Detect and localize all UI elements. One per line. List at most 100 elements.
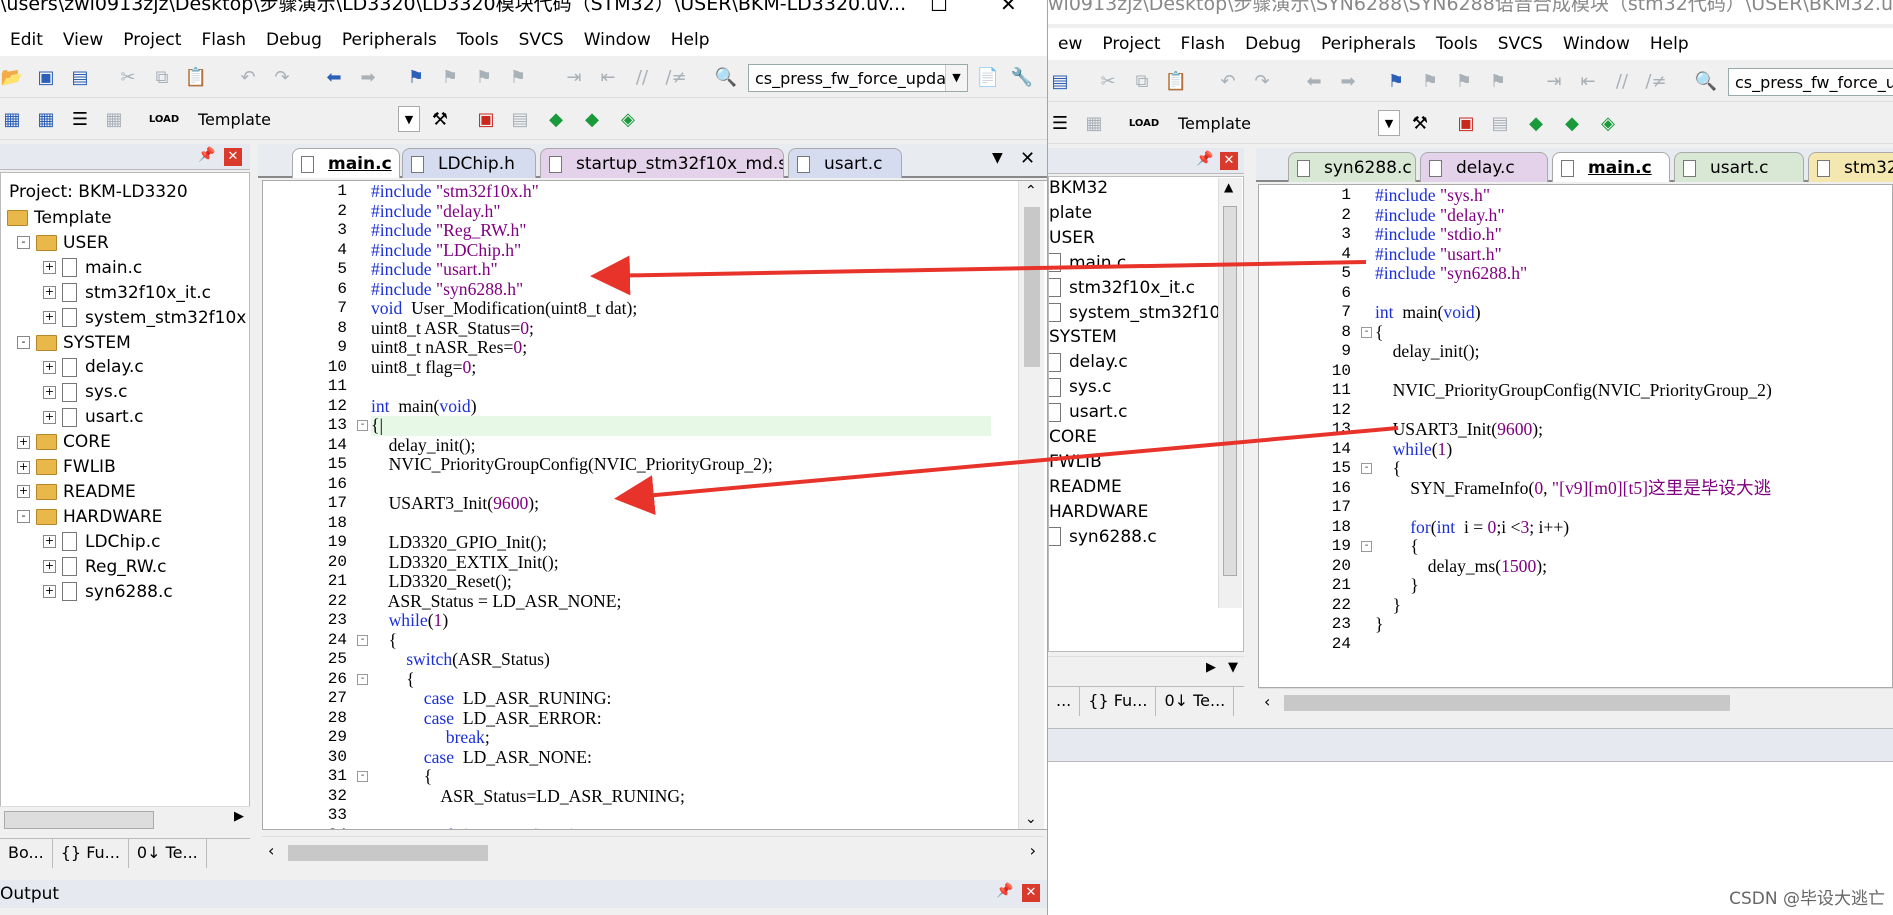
expand-toggle-icon[interactable]: -	[17, 236, 30, 250]
expand-toggle-icon[interactable]: -	[17, 336, 30, 349]
bookmark-clear-icon[interactable]: ⚑	[1486, 70, 1510, 94]
bookmark-prev-icon[interactable]: ⚑	[438, 66, 462, 90]
menu-item-ew[interactable]: ew	[1048, 28, 1092, 60]
expand-toggle-icon[interactable]: +	[43, 286, 56, 300]
expand-toggle-icon[interactable]: +	[43, 535, 56, 549]
tree-item-core[interactable]: + CORE	[17, 429, 111, 455]
menu-item-peripherals[interactable]: Peripherals	[332, 24, 447, 56]
menu-item-view[interactable]: View	[53, 24, 113, 56]
incremental-find-icon[interactable]: 🔧	[1010, 66, 1034, 90]
bottom-tab-2[interactable]: 0↓ Te...	[129, 839, 207, 868]
tab-usart-c[interactable]: usart.c	[788, 148, 902, 178]
tree-item-user[interactable]: USER	[1049, 225, 1095, 251]
unindent-icon[interactable]: ⇤	[596, 66, 620, 90]
tab-main-c[interactable]: main.c	[1552, 152, 1670, 182]
bookmark-next-icon[interactable]: ⚑	[472, 66, 496, 90]
scroll-thumb[interactable]	[288, 845, 488, 861]
expand-toggle-icon[interactable]: +	[43, 261, 56, 275]
save-all-icon[interactable]: ▤	[1048, 70, 1072, 94]
project-hscrollbar[interactable]: ▶ ▼	[1048, 656, 1244, 682]
expand-toggle-icon[interactable]: +	[17, 435, 30, 449]
chevron-down-icon[interactable]: ▼	[398, 106, 420, 132]
expand-toggle-icon[interactable]: +	[43, 560, 56, 574]
scroll-thumb[interactable]	[1024, 207, 1040, 367]
nav-back-icon[interactable]: ⬅	[1302, 70, 1326, 94]
menu-item-debug[interactable]: Debug	[1235, 28, 1311, 60]
expand-toggle-icon[interactable]: +	[43, 585, 56, 598]
close-icon[interactable]: ✕	[224, 148, 242, 166]
expand-toggle-icon[interactable]: +	[43, 385, 56, 399]
target-options-icon[interactable]: ⚒	[1408, 112, 1432, 136]
target-combo[interactable]: Template ▼	[192, 106, 420, 134]
save-icon[interactable]: ▣	[34, 66, 58, 90]
find-combo[interactable]: cs_press_fw_force_up	[1728, 68, 1893, 96]
nav-forward-icon[interactable]: ➡	[1336, 70, 1360, 94]
cut-icon[interactable]: ✂	[1096, 70, 1120, 94]
paste-icon[interactable]: 📋	[1164, 70, 1188, 94]
cut-icon[interactable]: ✂	[116, 66, 140, 90]
menu-item-svcs[interactable]: SVCS	[1488, 28, 1553, 60]
tree-item-system[interactable]: SYSTEM	[1049, 324, 1117, 350]
redo-icon[interactable]: ↷	[1250, 70, 1274, 94]
tree-item-bkm32[interactable]: BKM32	[1049, 177, 1108, 201]
load-icon[interactable]: LOAD	[149, 108, 179, 132]
tree-item-stm32f10x-it-c[interactable]: + stm32f10x_it.c	[43, 280, 211, 306]
pin-icon[interactable]: 📌	[1196, 151, 1213, 167]
bottom-tab-1[interactable]: {} Fu...	[53, 839, 129, 868]
scroll-up-icon[interactable]: ⌃	[1025, 183, 1037, 199]
menu-item-flash[interactable]: Flash	[191, 24, 256, 56]
menu-item-peripherals[interactable]: Peripherals	[1311, 28, 1426, 60]
menu-item-help[interactable]: Help	[661, 24, 720, 56]
undo-icon[interactable]: ↶	[236, 66, 260, 90]
scroll-left-icon[interactable]: ‹	[268, 841, 274, 860]
scroll-thumb[interactable]	[1223, 206, 1237, 576]
tree-item-system[interactable]: - SYSTEM	[17, 330, 131, 356]
tree-item-delay-c[interactable]: +delay.c	[1049, 349, 1128, 375]
indent-icon[interactable]: ⇥	[562, 66, 586, 90]
menu-item-project[interactable]: Project	[1092, 28, 1170, 60]
comment-icon[interactable]: //	[1610, 70, 1634, 94]
menu-item-svcs[interactable]: SVCS	[509, 24, 574, 56]
find-in-files-icon[interactable]: 🔍	[1694, 70, 1718, 94]
expand-toggle-icon[interactable]: +	[17, 485, 30, 499]
expand-toggle-icon[interactable]: +	[43, 311, 56, 325]
select-packs-icon[interactable]: ◆	[580, 108, 604, 132]
tab-ldchip-h[interactable]: LDChip.h	[402, 148, 536, 178]
fold-toggle-icon[interactable]: -	[357, 634, 368, 646]
unindent-icon[interactable]: ⇤	[1576, 70, 1600, 94]
tab-main-c[interactable]: main.c	[292, 148, 400, 178]
scroll-thumb[interactable]	[4, 811, 154, 829]
pin-icon[interactable]: 📌	[198, 147, 215, 163]
tree-item-hardware[interactable]: - HARDWARE	[17, 504, 162, 530]
uncomment-icon[interactable]: /≠	[1644, 70, 1668, 94]
find-in-files-icon[interactable]: 🔍	[714, 66, 738, 90]
undo-icon[interactable]: ↶	[1216, 70, 1240, 94]
nav-back-icon[interactable]: ⬅	[322, 66, 346, 90]
open-icon[interactable]: 📂	[0, 66, 24, 90]
close-tab-icon[interactable]: ✕	[1020, 148, 1035, 169]
find-icon[interactable]: 📄	[976, 66, 1000, 90]
chevron-down-icon[interactable]: ▼	[945, 65, 967, 91]
expand-toggle-icon[interactable]: -	[17, 510, 30, 524]
target-combo[interactable]: Template ▼	[1172, 110, 1400, 138]
target-options-icon[interactable]: ⚒	[428, 108, 452, 132]
find-combo[interactable]: cs_press_fw_force_updat ▼	[748, 64, 968, 92]
tree-item-template[interactable]: Template	[7, 205, 112, 231]
load-icon[interactable]: LOAD	[1129, 112, 1159, 136]
rebuild-icon[interactable]: ☰	[1048, 112, 1072, 136]
tab-syn6288-c[interactable]: syn6288.c	[1288, 152, 1416, 182]
translate-icon[interactable]: ▦	[0, 108, 24, 132]
bottom-tab-1[interactable]: {} Fu...	[1080, 687, 1157, 716]
tree-item-fwlib[interactable]: + FWLIB	[17, 454, 116, 480]
bookmark-prev-icon[interactable]: ⚑	[1418, 70, 1442, 94]
bottom-tab-2[interactable]: 0↓ Te...	[1156, 687, 1235, 716]
expand-toggle-icon[interactable]: +	[43, 360, 56, 374]
tree-item-main-c[interactable]: + main.c	[43, 255, 142, 281]
scroll-right-icon[interactable]: ›	[1030, 841, 1036, 860]
tree-item-reg-rw-c[interactable]: + Reg_RW.c	[43, 554, 167, 580]
file-extensions-icon[interactable]: ▤	[508, 108, 532, 132]
fold-toggle-icon[interactable]: -	[1361, 463, 1372, 474]
manage-components-icon[interactable]: ▣	[474, 108, 498, 132]
batch-build-icon[interactable]: ▦	[102, 108, 126, 132]
menu-item-window[interactable]: Window	[1553, 28, 1640, 60]
